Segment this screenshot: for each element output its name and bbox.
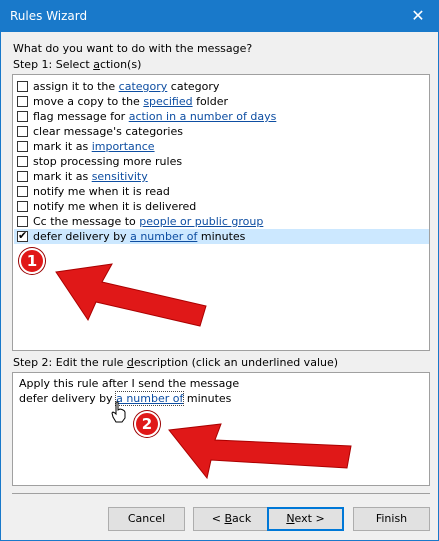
separator (12, 493, 430, 494)
action-item[interactable]: assign it to the category category (14, 79, 429, 94)
question-label: What do you want to do with the message? (13, 42, 253, 55)
action-item[interactable]: Cc the message to people or public group (14, 214, 429, 229)
close-icon[interactable]: ✕ (400, 2, 436, 30)
title-bar: Rules Wizard ✕ (1, 1, 438, 32)
action-value-link[interactable]: people or public group (139, 215, 263, 228)
action-value-link[interactable]: sensitivity (92, 170, 148, 183)
action-item[interactable]: move a copy to the specified folder (14, 94, 429, 109)
action-label: move a copy to the specified folder (33, 95, 229, 108)
action-label: notify me when it is read (33, 185, 170, 198)
action-checkbox[interactable] (17, 186, 28, 197)
window-title: Rules Wizard (10, 9, 88, 23)
action-value-link[interactable]: importance (92, 140, 155, 153)
action-label: stop processing more rules (33, 155, 183, 168)
action-checkbox[interactable] (17, 96, 28, 107)
action-value-link[interactable]: category (119, 80, 168, 93)
action-checkbox[interactable] (17, 201, 28, 212)
action-label: Cc the message to people or public group (33, 215, 264, 228)
step1-label: Step 1: Select action(s) (13, 58, 142, 71)
action-item[interactable]: clear message's categories (14, 124, 429, 139)
action-label: mark it as sensitivity (33, 170, 148, 183)
action-item[interactable]: notify me when it is read (14, 184, 429, 199)
action-label: flag message for action in a number of d… (33, 110, 277, 123)
back-button[interactable]: < Back (193, 507, 270, 531)
action-value-link[interactable]: specified (143, 95, 192, 108)
action-checkbox[interactable] (17, 126, 28, 137)
action-checkbox[interactable] (17, 171, 28, 182)
action-label: assign it to the category category (33, 80, 220, 93)
action-item[interactable]: stop processing more rules (14, 154, 429, 169)
action-checkbox[interactable] (17, 81, 28, 92)
step2-label: Step 2: Edit the rule description (click… (13, 356, 339, 369)
action-value-link[interactable]: action in a number of days (129, 110, 277, 123)
action-label: notify me when it is delivered (33, 200, 197, 213)
annotation-arrow-1 (55, 263, 207, 327)
annotation-badge-1: 1 (19, 248, 45, 274)
hand-cursor-icon (111, 401, 126, 423)
checkmark-icon: ✔ (18, 229, 28, 242)
action-item[interactable]: mark it as sensitivity (14, 169, 429, 184)
action-checkbox[interactable]: ✔ (17, 229, 28, 242)
action-checkbox[interactable] (17, 141, 28, 152)
action-item[interactable]: flag message for action in a number of d… (14, 109, 429, 124)
annotation-badge-2: 2 (134, 411, 160, 437)
action-checkbox[interactable] (17, 111, 28, 122)
action-label: mark it as importance (33, 140, 155, 153)
action-item[interactable]: mark it as importance (14, 139, 429, 154)
action-checkbox[interactable] (17, 216, 28, 227)
action-label: defer delivery by a number of minutes (33, 230, 246, 243)
annotation-arrow-2 (168, 423, 352, 480)
action-label: clear message's categories (33, 125, 183, 138)
next-button[interactable]: Next > (267, 507, 344, 531)
cancel-button[interactable]: Cancel (108, 507, 185, 531)
action-checkbox[interactable] (17, 156, 28, 167)
action-item[interactable]: notify me when it is delivered (14, 199, 429, 214)
action-item[interactable]: ✔ defer delivery by a number of minutes (14, 229, 429, 244)
finish-button[interactable]: Finish (353, 507, 430, 531)
action-value-link[interactable]: a number of (130, 230, 197, 243)
description-line-1: Apply this rule after I send the message (19, 377, 240, 390)
